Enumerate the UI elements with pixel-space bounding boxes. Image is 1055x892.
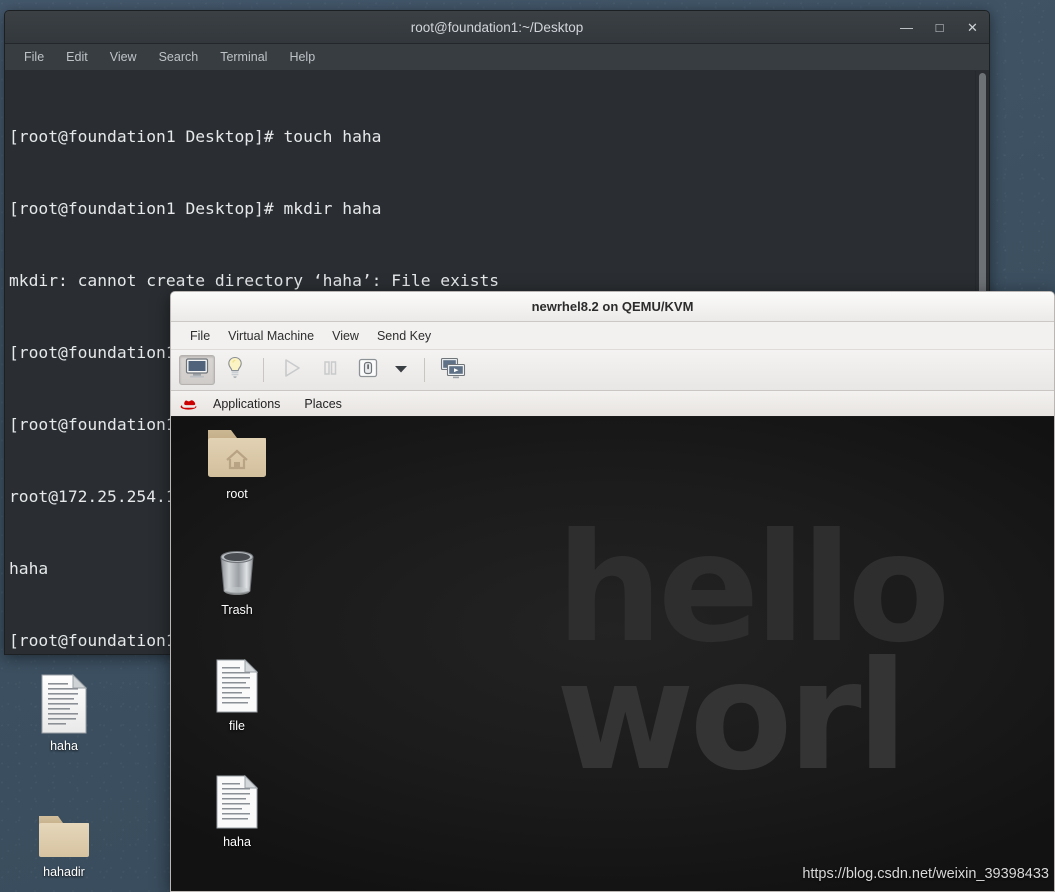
guest-icon-root[interactable]: root bbox=[191, 425, 283, 501]
guest-icon-label: Trash bbox=[221, 603, 253, 617]
guest-icon-label: haha bbox=[223, 835, 251, 849]
shutdown-icon bbox=[357, 357, 379, 384]
vm-title: newrhel8.2 on QEMU/KVM bbox=[531, 299, 694, 314]
terminal-menubar: File Edit View Search Terminal Help bbox=[5, 44, 989, 71]
document-icon bbox=[191, 657, 283, 713]
vm-menu-virtual-machine[interactable]: Virtual Machine bbox=[219, 326, 323, 346]
guest-desktop: hello worl root Trash file haha bbox=[171, 417, 1054, 891]
vm-toolbar bbox=[171, 350, 1054, 391]
chevron-down-icon bbox=[394, 361, 408, 379]
close-icon[interactable]: ✕ bbox=[964, 19, 981, 36]
terminal-titlebar[interactable]: root@foundation1:~/Desktop — □ ✕ bbox=[5, 11, 989, 44]
pause-button[interactable] bbox=[312, 355, 348, 385]
terminal-window-controls: — □ ✕ bbox=[898, 11, 981, 44]
shutdown-options-button[interactable] bbox=[388, 355, 414, 385]
redhat-logo-icon[interactable] bbox=[179, 395, 199, 413]
show-details-button[interactable] bbox=[217, 355, 253, 385]
gnome-top-panel: Applications Places bbox=[171, 391, 1054, 417]
guest-console[interactable]: Applications Places hello worl root Tras… bbox=[171, 391, 1054, 891]
vm-menubar: File Virtual Machine View Send Key bbox=[171, 322, 1054, 350]
toolbar-separator bbox=[424, 358, 425, 382]
vm-menu-view[interactable]: View bbox=[323, 326, 368, 346]
host-desktop: haha hahadir root@foundation1:~/Desktop … bbox=[0, 0, 1055, 892]
terminal-title: root@foundation1:~/Desktop bbox=[410, 20, 584, 35]
console-monitor-icon bbox=[185, 357, 209, 384]
terminal-line: mkdir: cannot create directory ‘haha’: F… bbox=[9, 271, 500, 290]
panel-item-places[interactable]: Places bbox=[294, 395, 352, 413]
run-button[interactable] bbox=[274, 355, 310, 385]
menu-edit[interactable]: Edit bbox=[57, 47, 97, 67]
wallpaper-line1: hello bbox=[556, 502, 950, 676]
pause-icon bbox=[320, 358, 340, 383]
wallpaper-text: hello worl bbox=[556, 514, 950, 792]
menu-view[interactable]: View bbox=[101, 47, 146, 67]
shutdown-button[interactable] bbox=[350, 355, 386, 385]
desktop-icon-haha[interactable]: haha bbox=[10, 672, 118, 753]
menu-file[interactable]: File bbox=[15, 47, 53, 67]
maximize-icon[interactable]: □ bbox=[931, 19, 948, 36]
guest-icon-label: root bbox=[226, 487, 248, 501]
guest-icon-trash[interactable]: Trash bbox=[191, 541, 283, 617]
snapshots-icon bbox=[440, 357, 466, 384]
home-folder-icon bbox=[191, 425, 283, 481]
menu-search[interactable]: Search bbox=[150, 47, 208, 67]
vm-menu-file[interactable]: File bbox=[181, 326, 219, 346]
wallpaper-line2: worl bbox=[556, 630, 908, 804]
desktop-icon-label: hahadir bbox=[43, 865, 85, 879]
guest-icon-file[interactable]: file bbox=[191, 657, 283, 733]
toolbar-separator bbox=[263, 358, 264, 382]
folder-icon bbox=[10, 798, 118, 860]
trash-icon bbox=[191, 541, 283, 597]
minimize-icon[interactable]: — bbox=[898, 19, 915, 36]
terminal-line: [root@foundation1 Desktop]# touch haha bbox=[9, 127, 382, 146]
lightbulb-details-icon bbox=[225, 356, 245, 385]
desktop-icon-label: haha bbox=[50, 739, 78, 753]
snapshots-button[interactable] bbox=[435, 355, 471, 385]
virt-manager-window[interactable]: newrhel8.2 on QEMU/KVM File Virtual Mach… bbox=[170, 291, 1055, 892]
menu-terminal[interactable]: Terminal bbox=[211, 47, 276, 67]
show-console-button[interactable] bbox=[179, 355, 215, 385]
run-play-icon bbox=[281, 358, 303, 383]
document-icon bbox=[10, 672, 118, 734]
guest-icon-haha[interactable]: haha bbox=[191, 773, 283, 849]
panel-item-applications[interactable]: Applications bbox=[203, 395, 290, 413]
guest-icon-label: file bbox=[229, 719, 245, 733]
vm-menu-send-key[interactable]: Send Key bbox=[368, 326, 440, 346]
document-icon bbox=[191, 773, 283, 829]
terminal-line: [root@foundation1 Desktop]# mkdir haha bbox=[9, 199, 382, 218]
vm-titlebar[interactable]: newrhel8.2 on QEMU/KVM bbox=[171, 292, 1054, 322]
menu-help[interactable]: Help bbox=[280, 47, 324, 67]
desktop-icon-hahadir[interactable]: hahadir bbox=[10, 798, 118, 879]
